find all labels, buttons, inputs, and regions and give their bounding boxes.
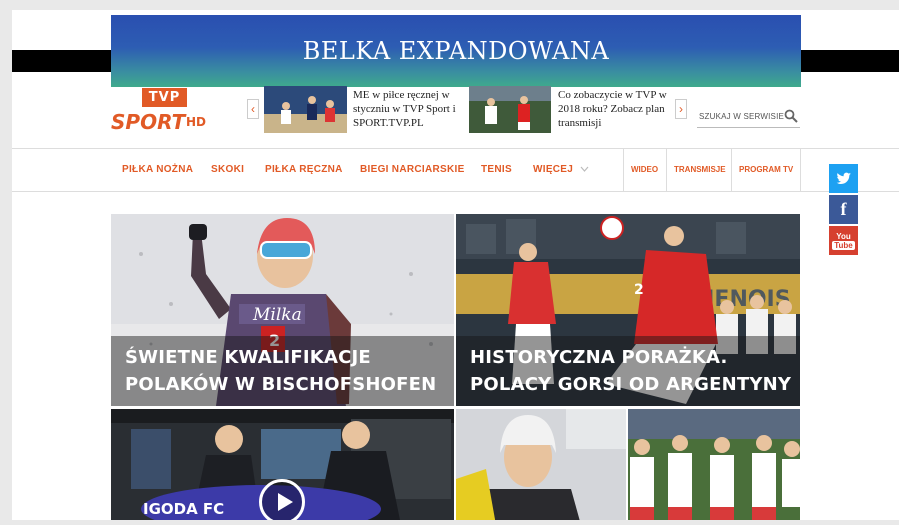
tile-headline-line: POLAKÓW W BISCHOFSHOFEN (125, 374, 437, 395)
tile-headline-line: POLACY GORSI OD ARGENTYNY (470, 374, 792, 395)
twitter-icon (836, 172, 851, 184)
youtube-you-text: You (836, 231, 851, 241)
play-video-icon[interactable] (259, 479, 305, 525)
article-tile-handball[interactable]: HENOIS 2 HISTORYCZNA PORAŻKA. POLACY GOR… (456, 214, 800, 406)
tile-headline-line: HISTORYCZNA PORAŻKA. (470, 347, 728, 368)
national-team-photo (628, 409, 800, 525)
youtube-button[interactable]: You Tube (829, 226, 858, 255)
news-item-text[interactable]: ME w piłce ręcznej w styczniu w TVP Spor… (353, 88, 465, 130)
search-icon[interactable] (784, 109, 798, 123)
nav-divider-top (12, 148, 899, 149)
sport-logo-text: SPORT (111, 110, 186, 134)
article-tile-ski-jumping[interactable]: Milka 2 ŚWIETNE KWALIFIKACJE POLAKÓW W B… (111, 214, 454, 406)
skier-portrait-photo (456, 409, 626, 525)
news-item-text[interactable]: Co zobaczycie w TVP w 2018 roku? Zobacz … (558, 88, 670, 130)
svg-text:2: 2 (634, 282, 644, 298)
tvp-sport-logo[interactable]: TVP SPORT HD (111, 88, 221, 134)
svg-text:Milka: Milka (252, 305, 302, 325)
nav-item-biegi-narciarskie[interactable]: BIEGI NARCIARSKIE (360, 164, 465, 175)
nav-separator (731, 149, 732, 191)
chevron-down-icon (580, 166, 589, 173)
nav-item-program-tv[interactable]: PROGRAM TV (739, 165, 793, 174)
club-sign-text: IGODA FC (143, 500, 225, 518)
news-thumbnail-handball[interactable] (264, 86, 347, 133)
nav-separator (800, 149, 801, 191)
article-tile-national-team[interactable] (628, 409, 800, 525)
banner-text: BELKA EXPANDOWANA (302, 37, 610, 65)
nav-item-wiecej-label: WIĘCEJ (533, 164, 574, 175)
carousel-prev-button[interactable]: ‹ (247, 99, 259, 119)
nav-item-tenis[interactable]: TENIS (481, 164, 512, 175)
chevron-right-icon: › (679, 102, 683, 116)
youtube-tube-text: Tube (832, 240, 855, 250)
expanded-banner[interactable]: BELKA EXPANDOWANA (111, 15, 801, 87)
nav-item-wideo[interactable]: WIDEO (631, 165, 658, 174)
nav-item-wiecej[interactable]: WIĘCEJ (533, 164, 589, 175)
hd-logo-text: HD (186, 115, 207, 129)
search-placeholder: SZUKAJ W SERWISIE (699, 112, 785, 121)
nav-item-transmisje[interactable]: TRANSMISJE (674, 165, 726, 174)
news-thumbnail-football[interactable] (469, 86, 551, 133)
nav-item-pilka-nozna[interactable]: PIŁKA NOŻNA (122, 164, 193, 175)
search-field[interactable]: SZUKAJ W SERWISIE (697, 108, 800, 128)
nav-item-pilka-reczna[interactable]: PIŁKA RĘCZNA (265, 164, 343, 175)
nav-separator (666, 149, 667, 191)
twitter-button[interactable] (829, 164, 858, 193)
chevron-left-icon: ‹ (251, 102, 255, 116)
nav-item-skoki[interactable]: SKOKI (211, 164, 244, 175)
nav-divider-bottom (12, 191, 899, 192)
tile-headline-line: ŚWIETNE KWALIFIKACJE (125, 347, 371, 368)
page-bottom-edge (12, 520, 899, 525)
tvp-logo-box: TVP (142, 88, 187, 107)
carousel-next-button[interactable]: › (675, 99, 687, 119)
article-tile-skier-portrait[interactable] (456, 409, 626, 525)
nav-separator (623, 149, 624, 191)
facebook-button[interactable]: f (829, 195, 858, 224)
tile-headline: HISTORYCZNA PORAŻKA. POLACY GORSI OD ARG… (470, 344, 791, 398)
tile-headline: ŚWIETNE KWALIFIKACJE POLAKÓW W BISCHOFSH… (125, 344, 436, 398)
facebook-icon: f (840, 199, 847, 219)
